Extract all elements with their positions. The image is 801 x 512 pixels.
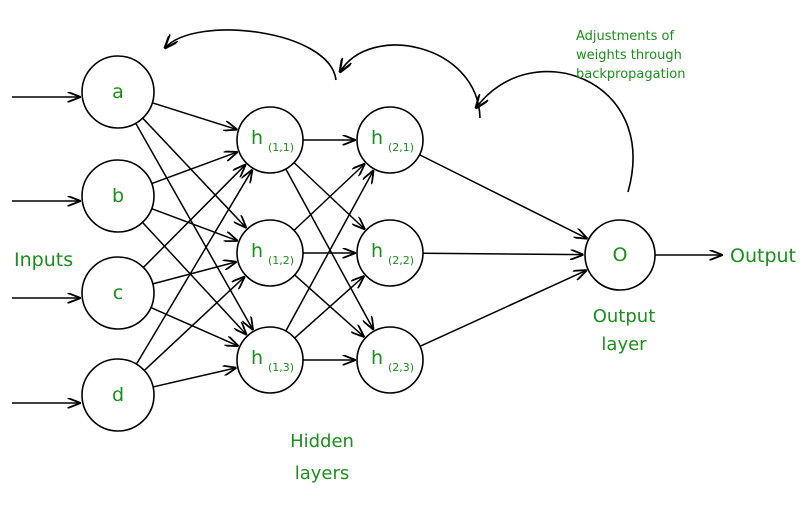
output-layer-label-line1: Output	[593, 306, 656, 327]
node-d[interactable]: d	[81, 358, 155, 432]
node-label-a: a	[112, 81, 124, 103]
node-circle-h21	[356, 106, 424, 174]
node-subscript-h12: (1,2)	[268, 254, 294, 267]
node-label-h22: h	[371, 240, 383, 262]
neural-network-diagram: a b c d h (1,1) h (1,2) h (1,3) h (2,1) h (2,2) h (2,3)…	[0, 0, 801, 512]
node-h11[interactable]: h (1,1)	[236, 106, 304, 174]
node-label-h11: h	[251, 127, 263, 149]
edge-a-to-h11	[152, 102, 236, 130]
node-circle-h23	[356, 326, 424, 394]
edge-h13-to-h22	[294, 276, 364, 339]
edge-d-to-h13	[152, 368, 236, 388]
node-label-b: b	[112, 185, 124, 207]
node-h13[interactable]: h (1,3)	[236, 326, 304, 394]
node-circle-h11	[236, 106, 304, 174]
node-h22[interactable]: h (2,2)	[356, 219, 424, 287]
backpropagation-arc-3	[476, 70, 634, 193]
inputs-label: Inputs	[14, 249, 73, 271]
node-label-h12: h	[251, 240, 263, 262]
hidden-layers-label-line1: Hidden	[290, 431, 354, 452]
output-layer-label-line2: layer	[601, 334, 647, 355]
edge-h22-to-O	[422, 253, 583, 254]
edge-h23-to-O	[419, 270, 586, 347]
node-b[interactable]: b	[81, 159, 155, 233]
node-circle-h12	[236, 219, 304, 287]
node-c[interactable]: c	[81, 256, 155, 330]
node-subscript-h13: (1,3)	[268, 361, 294, 374]
edge-b-to-h12	[151, 207, 238, 241]
node-h12[interactable]: h (1,2)	[236, 219, 304, 287]
edge-d-to-h12	[143, 277, 244, 371]
edge-h21-to-O	[419, 154, 587, 239]
backprop-annotation-line1: Adjustments of	[576, 29, 674, 44]
node-subscript-h21: (2,1)	[388, 141, 414, 154]
node-O[interactable]: O	[584, 219, 656, 291]
backprop-annotation-line3: backpropagation	[576, 67, 686, 82]
backpropagation-arc-2	[340, 44, 481, 119]
node-label-h21: h	[371, 127, 383, 149]
node-h23[interactable]: h (2,3)	[356, 326, 424, 394]
edge-c-to-h13	[150, 306, 238, 346]
backprop-annotation-line2: weights through	[576, 48, 682, 63]
node-h21[interactable]: h (2,1)	[356, 106, 424, 174]
node-circle-h22	[356, 219, 424, 287]
node-subscript-h23: (2,3)	[388, 361, 414, 374]
backpropagation-arc-1	[165, 29, 337, 81]
edge-h12-to-h23	[294, 274, 364, 337]
output-arrow-label: Output	[730, 245, 796, 267]
node-label-O: O	[613, 244, 628, 266]
hidden-layers-label-line2: layers	[295, 463, 350, 484]
node-label-d: d	[112, 384, 124, 406]
node-label-h23: h	[371, 347, 383, 369]
edge-b-to-h13	[141, 221, 246, 334]
node-subscript-h22: (2,2)	[388, 254, 414, 267]
node-a[interactable]: a	[81, 55, 155, 129]
node-circle-h13	[236, 326, 304, 394]
edge-c-to-h12	[152, 262, 236, 285]
edge-h12-to-h21	[293, 164, 364, 231]
node-label-c: c	[113, 282, 123, 304]
edge-b-to-h11	[151, 152, 237, 185]
node-subscript-h11: (1,1)	[268, 141, 294, 154]
edge-h11-to-h22	[293, 162, 364, 229]
node-label-h13: h	[251, 347, 263, 369]
diagram-canvas: a b c d h (1,1) h (1,2) h (1,3) h (2,1) h (2,2) h (2,3)…	[12, 29, 796, 484]
